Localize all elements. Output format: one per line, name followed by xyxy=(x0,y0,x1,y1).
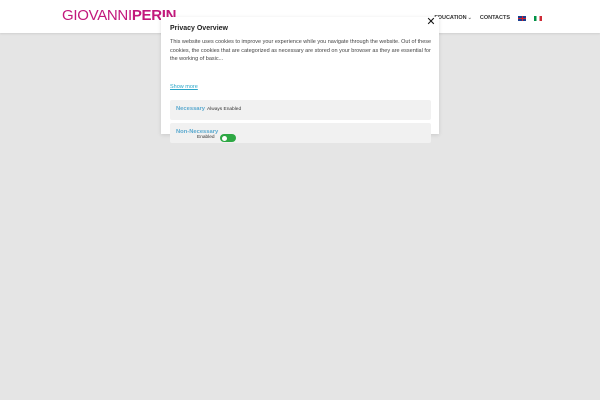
nav-item-label: EDUCATION xyxy=(434,15,467,21)
uk-flag-icon[interactable] xyxy=(518,15,526,21)
main-nav: EDUCATION⌄ CONTACTS xyxy=(434,13,542,23)
category-non-necessary[interactable]: Non-Necessary Enabled xyxy=(170,123,431,143)
italy-flag-icon[interactable] xyxy=(534,15,542,21)
nav-item-education[interactable]: EDUCATION⌄ xyxy=(434,15,472,21)
toggle-knob xyxy=(221,135,227,141)
non-necessary-toggle[interactable] xyxy=(220,134,236,142)
show-more-link[interactable]: Show more xyxy=(170,84,198,90)
privacy-modal: Privacy Overview ✕ This website uses coo… xyxy=(161,16,439,143)
enabled-label: Enabled xyxy=(197,135,215,140)
nav-item-contacts[interactable]: CONTACTS xyxy=(480,15,510,21)
logo-first: GIOVANNI xyxy=(62,7,132,24)
category-name: Necessary xyxy=(176,106,206,112)
always-enabled-label: Always Enabled xyxy=(207,107,242,112)
modal-title: Privacy Overview xyxy=(170,25,228,32)
category-necessary[interactable]: Necessary Always Enabled xyxy=(170,100,431,120)
modal-description: This website uses cookies to improve you… xyxy=(170,39,432,62)
close-icon[interactable]: ✕ xyxy=(425,16,437,28)
site-logo[interactable]: GIOVANNIPERIN xyxy=(62,7,176,25)
chevron-down-icon: ⌄ xyxy=(467,15,472,21)
